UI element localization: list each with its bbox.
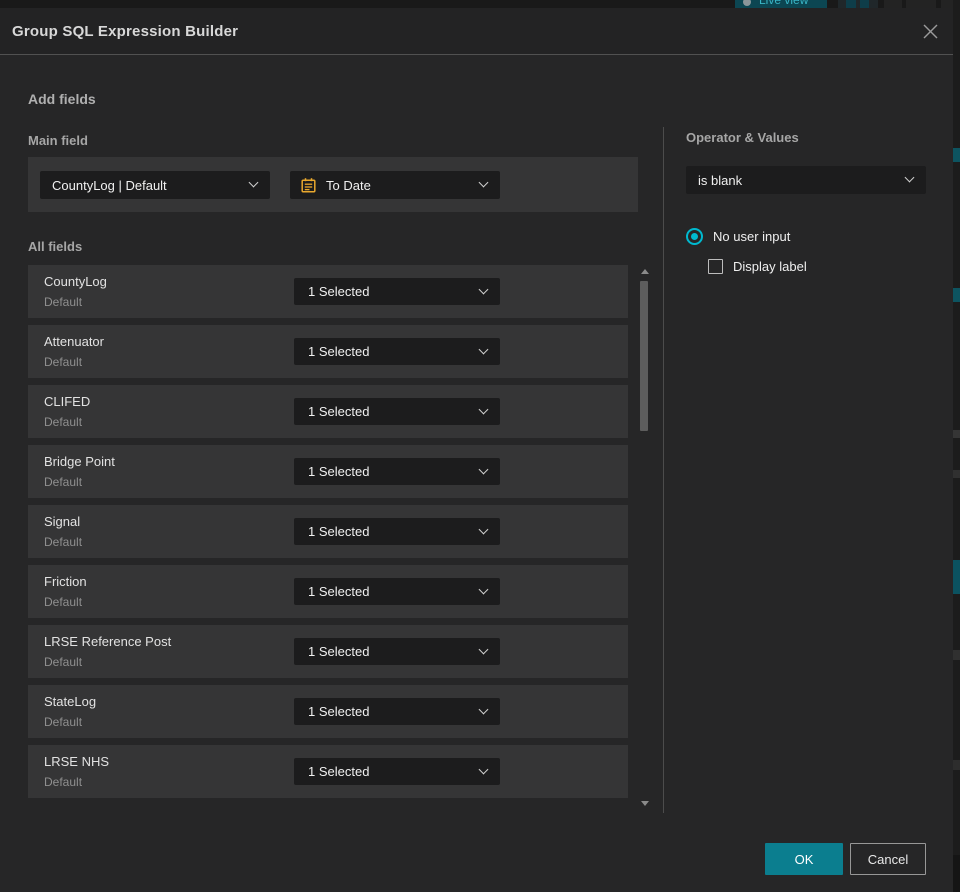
chevron-down-icon	[478, 584, 489, 594]
dialog-title: Group SQL Expression Builder	[12, 23, 239, 40]
fields-list-scrollbar[interactable]	[639, 263, 649, 810]
field-subtitle: Default	[44, 595, 83, 609]
operator-value: is blank	[698, 172, 743, 188]
field-name: StateLog	[44, 694, 97, 709]
checkbox-unchecked-icon	[708, 259, 723, 274]
main-field-container: CountyLog | Default To Date	[28, 157, 638, 212]
main-field-heading: Main field	[28, 133, 88, 148]
field-selected-value: 1 Selected	[308, 644, 370, 659]
field-selected-value: 1 Selected	[308, 524, 370, 539]
chevron-down-icon	[478, 764, 489, 774]
chevron-down-icon	[904, 172, 915, 183]
chevron-down-icon	[478, 524, 489, 534]
field-name: LRSE Reference Post	[44, 634, 172, 649]
field-name: Signal	[44, 514, 81, 529]
field-subtitle: Default	[44, 715, 83, 729]
field-selected-dropdown[interactable]: 1 Selected	[294, 398, 500, 425]
field-row: Friction Default 1 Selected	[28, 565, 628, 618]
calendar-icon	[301, 177, 316, 193]
field-subtitle: Default	[44, 475, 83, 489]
chevron-down-icon	[478, 704, 489, 714]
live-view-button[interactable]: Live view	[735, 0, 827, 8]
field-selected-value: 1 Selected	[308, 404, 370, 419]
field-selected-dropdown[interactable]: 1 Selected	[294, 338, 500, 365]
ok-button[interactable]: OK	[765, 843, 843, 875]
main-field-date-dropdown[interactable]: To Date	[290, 171, 500, 199]
main-field-date-value: To Date	[326, 177, 371, 193]
chevron-down-icon	[248, 177, 259, 188]
toolbar-fragment	[838, 0, 878, 8]
field-name: CLIFED	[44, 394, 91, 409]
radio-selected-icon	[686, 228, 703, 245]
scrollbar-down-icon[interactable]	[641, 801, 649, 806]
all-fields-heading: All fields	[28, 239, 83, 254]
field-selected-value: 1 Selected	[308, 584, 370, 599]
chevron-down-icon	[478, 284, 489, 294]
no-user-input-label: No user input	[713, 229, 791, 244]
backdrop-toolbar: Live view	[0, 0, 960, 8]
field-name: Bridge Point	[44, 454, 115, 469]
cancel-button[interactable]: Cancel	[850, 843, 926, 875]
dialog-header: Group SQL Expression Builder	[0, 8, 953, 55]
field-selected-dropdown[interactable]: 1 Selected	[294, 278, 500, 305]
field-selected-dropdown[interactable]: 1 Selected	[294, 518, 500, 545]
field-subtitle: Default	[44, 295, 83, 309]
screen: Live view Group SQL Expression Builder A…	[0, 0, 960, 892]
field-row: LRSE Reference Post Default 1 Selected	[28, 625, 628, 678]
main-field-source-value: CountyLog | Default	[52, 177, 167, 193]
toolbar-fragment	[846, 0, 856, 8]
scrollbar-up-icon[interactable]	[641, 269, 649, 274]
field-selected-value: 1 Selected	[308, 344, 370, 359]
field-row: CountyLog Default 1 Selected	[28, 265, 628, 318]
field-row: Signal Default 1 Selected	[28, 505, 628, 558]
field-name: LRSE NHS	[44, 754, 110, 769]
field-subtitle: Default	[44, 535, 83, 549]
chevron-down-icon	[478, 177, 489, 188]
toolbar-fragment	[906, 0, 936, 8]
field-name: Attenuator	[44, 334, 104, 349]
toolbar-fragment	[860, 0, 869, 8]
field-selected-value: 1 Selected	[308, 464, 370, 479]
main-field-source-dropdown[interactable]: CountyLog | Default	[40, 171, 270, 199]
field-name: Friction	[44, 574, 87, 589]
all-fields-list: CountyLog Default 1 Selected Attenuator …	[28, 265, 628, 805]
field-selected-value: 1 Selected	[308, 704, 370, 719]
operator-dropdown[interactable]: is blank	[686, 166, 926, 194]
panel-divider	[663, 127, 664, 813]
chevron-down-icon	[478, 404, 489, 414]
field-subtitle: Default	[44, 655, 83, 669]
operator-values-heading: Operator & Values	[686, 130, 799, 145]
field-subtitle: Default	[44, 775, 83, 789]
field-selected-dropdown[interactable]: 1 Selected	[294, 638, 500, 665]
field-selected-value: 1 Selected	[308, 764, 370, 779]
group-sql-expression-builder-dialog: Group SQL Expression Builder Add fields …	[0, 8, 953, 892]
add-fields-heading: Add fields	[28, 91, 96, 107]
field-row: LRSE NHS Default 1 Selected	[28, 745, 628, 798]
display-label-label: Display label	[733, 259, 807, 274]
field-selected-dropdown[interactable]: 1 Selected	[294, 758, 500, 785]
live-view-label: Live view	[759, 0, 809, 7]
field-name: CountyLog	[44, 274, 107, 289]
toolbar-fragment	[884, 0, 902, 8]
chevron-down-icon	[478, 344, 489, 354]
scrollbar-thumb[interactable]	[640, 281, 648, 431]
backdrop-side-panel	[953, 0, 960, 892]
field-subtitle: Default	[44, 355, 83, 369]
field-row: CLIFED Default 1 Selected	[28, 385, 628, 438]
chevron-down-icon	[478, 644, 489, 654]
field-selected-dropdown[interactable]: 1 Selected	[294, 458, 500, 485]
close-icon[interactable]	[921, 22, 940, 41]
display-label-checkbox[interactable]: Display label	[708, 259, 807, 274]
chevron-down-icon	[478, 464, 489, 474]
no-user-input-radio[interactable]: No user input	[686, 228, 790, 245]
field-row: Attenuator Default 1 Selected	[28, 325, 628, 378]
field-row: StateLog Default 1 Selected	[28, 685, 628, 738]
field-subtitle: Default	[44, 415, 83, 429]
field-selected-value: 1 Selected	[308, 284, 370, 299]
toolbar-fragment	[941, 0, 953, 8]
field-selected-dropdown[interactable]: 1 Selected	[294, 698, 500, 725]
field-selected-dropdown[interactable]: 1 Selected	[294, 578, 500, 605]
live-view-dot-icon	[743, 0, 751, 6]
field-row: Bridge Point Default 1 Selected	[28, 445, 628, 498]
